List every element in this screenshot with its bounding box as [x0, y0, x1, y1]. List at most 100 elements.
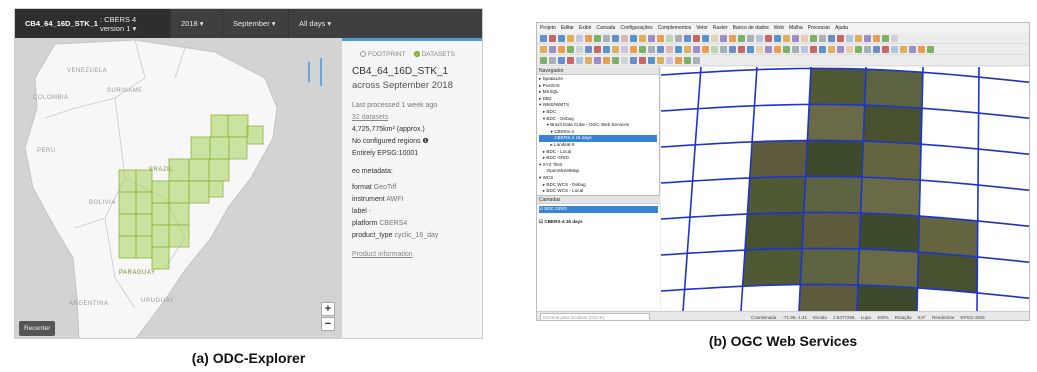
toolbar-tool-icon[interactable] — [882, 45, 889, 53]
toolbar-tool-icon[interactable] — [873, 45, 880, 53]
menu-item[interactable]: Camada — [596, 25, 615, 31]
menu-item[interactable]: Web — [774, 25, 784, 31]
zoom-out-button[interactable]: − — [321, 317, 335, 331]
navigator-item[interactable]: ▸ SpatiaLite — [539, 76, 657, 83]
toolbar-tool-icon[interactable] — [621, 45, 628, 53]
menu-item[interactable]: Ajuda — [835, 25, 848, 31]
toolbar-tool-icon[interactable] — [648, 45, 655, 53]
navigator-item[interactable]: ▸ DB2 — [539, 96, 657, 103]
menu-item[interactable]: Malha — [789, 25, 803, 31]
toolbar-tool-icon[interactable] — [666, 45, 673, 53]
toolbar-tool-icon[interactable] — [648, 56, 655, 64]
toolbar-tool-icon[interactable] — [801, 45, 808, 53]
navigator-item[interactable]: CBERS-4 16 days — [539, 135, 657, 142]
toolbar-tool-icon[interactable] — [855, 34, 862, 42]
toolbar-tool-icon[interactable] — [576, 45, 583, 53]
navigator-item[interactable]: ▸ PostGIS — [539, 83, 657, 90]
toolbar-tool-icon[interactable] — [549, 56, 556, 64]
toolbar-tool-icon[interactable] — [693, 34, 700, 42]
toolbar-tool-icon[interactable] — [927, 45, 934, 53]
navigator-item[interactable]: ▾ WCS — [539, 175, 657, 182]
toolbar-tool-icon[interactable] — [666, 56, 673, 64]
product-selector[interactable]: CB4_64_16D_STK_1: CBERS 4 version 1 ▾ — [15, 9, 171, 38]
toolbar-tool-icon[interactable] — [558, 34, 565, 42]
menu-item[interactable]: Complementos — [658, 25, 692, 31]
scale-readout[interactable]: 1:5477266 — [833, 315, 855, 320]
zoom-in-button[interactable]: + — [321, 302, 335, 316]
rotation-value[interactable]: 0,0° — [918, 315, 926, 320]
toolbar-tool-icon[interactable] — [882, 34, 889, 42]
toolbar-tool-icon[interactable] — [603, 45, 610, 53]
layer-item[interactable]: ☑ CBERS-4 16 days — [539, 219, 658, 226]
toolbar-tool-icon[interactable] — [657, 56, 664, 64]
navigator-item[interactable]: ▸ BDC — [539, 109, 657, 116]
toolbar-tool-icon[interactable] — [585, 34, 592, 42]
toolbar-tool-icon[interactable] — [567, 45, 574, 53]
toolbar-tool-icon[interactable] — [729, 45, 736, 53]
toolbar-tool-icon[interactable] — [621, 34, 628, 42]
menu-item[interactable]: Raster — [713, 25, 728, 31]
toolbar-tool-icon[interactable] — [639, 34, 646, 42]
recenter-button[interactable]: Recenter — [19, 321, 56, 336]
toolbar-tool-icon[interactable] — [828, 34, 835, 42]
layer-item[interactable]: ☑ BDC GRID — [539, 206, 658, 213]
toolbar-tool-icon[interactable] — [567, 34, 574, 42]
toolbar-tool-icon[interactable] — [909, 45, 916, 53]
menu-item[interactable]: Configurações — [620, 25, 652, 31]
toolbar-tool-icon[interactable] — [738, 45, 745, 53]
toolbar-tool-icon[interactable] — [540, 45, 547, 53]
toolbar-tool-icon[interactable] — [702, 34, 709, 42]
toolbar-tool-icon[interactable] — [675, 56, 682, 64]
toolbar-tool-icon[interactable] — [621, 56, 628, 64]
datasets-link[interactable]: 32 datasets — [352, 113, 476, 122]
toolbar-tool-icon[interactable] — [756, 45, 763, 53]
toolbar-tool-icon[interactable] — [819, 45, 826, 53]
navigator-item[interactable]: ▸ BDC GRID — [539, 155, 657, 162]
toolbar-tool-icon[interactable] — [693, 45, 700, 53]
navigator-item[interactable]: ▾ CBERS-4 — [539, 129, 657, 136]
footprint-radio[interactable]: FOOTPRINT — [360, 51, 406, 58]
toolbar-tool-icon[interactable] — [576, 56, 583, 64]
toolbar-tool-icon[interactable] — [819, 34, 826, 42]
product-info-link[interactable]: Product information — [352, 250, 476, 259]
odc-map[interactable]: VENEZUELA SURINAME COLOMBIA PERU BRAZIL … — [15, 38, 342, 338]
toolbar-tool-icon[interactable] — [873, 34, 880, 42]
toolbar-tool-icon[interactable] — [693, 56, 700, 64]
toolbar-tool-icon[interactable] — [891, 34, 898, 42]
toolbar-tool-icon[interactable] — [675, 45, 682, 53]
toolbar-tool-icon[interactable] — [747, 45, 754, 53]
toolbar-tool-icon[interactable] — [576, 34, 583, 42]
toolbar-tool-icon[interactable] — [828, 45, 835, 53]
toolbar-tool-icon[interactable] — [864, 34, 871, 42]
datasets-radio[interactable]: DATASETS — [413, 51, 455, 58]
toolbar-tool-icon[interactable] — [549, 45, 556, 53]
toolbar-tool-icon[interactable] — [594, 45, 601, 53]
magnifier-value[interactable]: 100% — [877, 315, 889, 320]
toolbar-tool-icon[interactable] — [846, 45, 853, 53]
menu-item[interactable]: Projeto — [540, 25, 556, 31]
toolbar-tool-icon[interactable] — [594, 56, 601, 64]
navigator-item[interactable]: ▸ MSSQL — [539, 89, 657, 96]
navigator-item[interactable]: ▾ XYZ Tiles — [539, 162, 657, 169]
menu-item[interactable]: Editar — [561, 25, 574, 31]
toolbar-tool-icon[interactable] — [720, 34, 727, 42]
toolbar-tool-icon[interactable] — [765, 45, 772, 53]
crs-button[interactable]: EPSG:4326 — [960, 315, 984, 320]
navigator-item[interactable]: ▸ BDC WCS - Debug — [539, 182, 657, 189]
locator-search-input[interactable]: Escreva para localizar (Ctrl+K) — [540, 313, 650, 320]
toolbar-tool-icon[interactable] — [630, 45, 637, 53]
toolbar-tool-icon[interactable] — [585, 56, 592, 64]
toolbar-tool-icon[interactable] — [846, 34, 853, 42]
toolbar-tool-icon[interactable] — [792, 34, 799, 42]
toolbar-tool-icon[interactable] — [918, 45, 925, 53]
toolbar-tool-icon[interactable] — [666, 34, 673, 42]
toolbar-tool-icon[interactable] — [684, 45, 691, 53]
toolbar-tool-icon[interactable] — [801, 34, 808, 42]
toolbar-tool-icon[interactable] — [540, 56, 547, 64]
toolbar-tool-icon[interactable] — [747, 34, 754, 42]
toolbar-tool-icon[interactable] — [684, 56, 691, 64]
toolbar-tool-icon[interactable] — [855, 45, 862, 53]
qgis-map-canvas[interactable] — [661, 67, 1029, 311]
toolbar-tool-icon[interactable] — [612, 34, 619, 42]
toolbar-tool-icon[interactable] — [774, 45, 781, 53]
